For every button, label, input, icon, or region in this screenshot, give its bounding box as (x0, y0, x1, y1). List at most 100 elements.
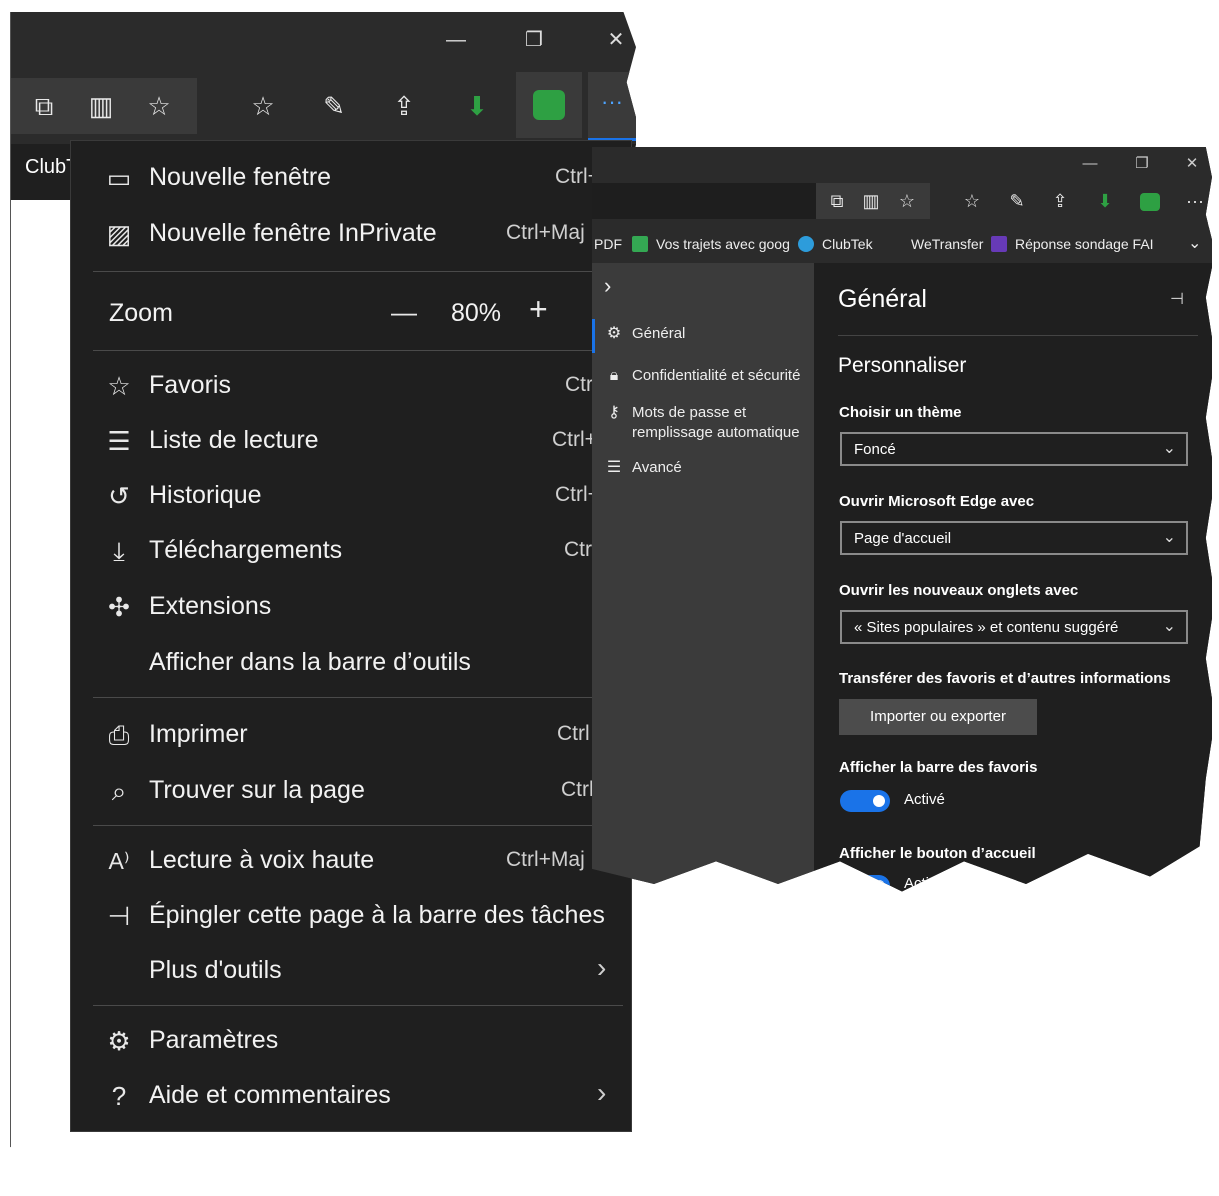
menu-item-extensions[interactable]: ✣ Extensions (71, 582, 631, 632)
translate-icon[interactable]: ⧉ (824, 183, 850, 219)
restore-button[interactable]: ❐ (514, 12, 554, 68)
favorite-wetransfer[interactable]: WeTransfer (911, 236, 983, 252)
settings-more-box[interactable]: ··· (588, 72, 636, 141)
menu-item-label: Favoris (149, 371, 231, 399)
extensions-icon: ✣ (108, 592, 130, 622)
download-arrow-icon[interactable]: ⬇ (457, 86, 497, 126)
menu-item-label: Lecture à voix haute (149, 846, 375, 874)
share-icon[interactable]: ⇪ (384, 86, 424, 126)
share-icon[interactable]: ⇪ (1047, 183, 1073, 219)
header-divider (838, 335, 1198, 336)
more-icon[interactable]: ··· (1182, 183, 1208, 219)
menu-item-label: Plus d'outils (149, 956, 282, 984)
theme-select[interactable]: Foncé ⌄ (840, 432, 1188, 466)
settings-more-menu: ▭ Nouvelle fenêtre Ctrl+ ▨ Nouvelle fenê… (70, 140, 632, 1132)
new-tabs-select[interactable]: « Sites populaires » et contenu suggéré … (840, 610, 1188, 644)
nav-item-privacy-security[interactable]: 🔒︎ Confidentialité et sécurité (604, 367, 801, 385)
window-icon: ▭ (106, 163, 132, 193)
chevron-down-icon[interactable]: ⌄ (1188, 233, 1201, 253)
favorite-pdf[interactable]: PDF (594, 236, 622, 252)
favorites-bar: PDF Vos trajets avec goog ClubTek WeTran… (592, 227, 1212, 263)
menu-item-find-on-page[interactable]: ⌕ Trouver sur la page Ctrl (71, 766, 631, 816)
chevron-right-icon: › (597, 1077, 607, 1108)
expand-nav-button[interactable]: › (604, 273, 611, 299)
favorites-bar-label: Afficher la barre des favoris (839, 759, 1038, 776)
menu-item-favorites[interactable]: ☆ Favoris Ctr (71, 361, 631, 411)
maps-icon (632, 236, 648, 252)
close-button[interactable]: ✕ (1172, 147, 1212, 181)
theme-value: Foncé (854, 441, 896, 458)
menu-item-pin-to-taskbar[interactable]: ⊣ Épingler cette page à la barre des tâc… (71, 891, 631, 941)
roboform-icon[interactable] (533, 90, 565, 120)
nav-item-advanced[interactable]: ☰ Avancé (604, 457, 682, 477)
menu-item-shortcut: Ctrl (557, 722, 590, 745)
home-button-toggle[interactable] (840, 875, 890, 892)
inprivate-window-icon: ▨ (106, 219, 132, 249)
sliders-icon: ☰ (606, 459, 622, 476)
chevron-down-icon: ⌄ (1162, 529, 1176, 546)
restore-button[interactable]: ❐ (1122, 147, 1162, 181)
menu-item-history[interactable]: ↺ Historique Ctrl+ (71, 471, 631, 521)
favorite-survey[interactable]: Réponse sondage FAI (991, 236, 1154, 252)
favorite-google-maps[interactable]: Vos trajets avec goog (632, 236, 790, 252)
menu-divider (93, 350, 623, 351)
translate-icon[interactable]: ⧉ (24, 86, 64, 126)
menu-item-label: Imprimer (149, 720, 248, 748)
front-titlebar: — ❐ ✕ (592, 147, 1212, 181)
roboform-icon[interactable] (1140, 193, 1160, 211)
favorite-star-icon[interactable]: ☆ (894, 183, 920, 219)
favorites-hub-icon[interactable]: ☆ (959, 183, 985, 219)
download-arrow-icon[interactable]: ⬇ (1092, 183, 1118, 219)
nav-item-passwords-autofill[interactable]: ⚷ Mots de passe et (604, 402, 746, 422)
open-with-select[interactable]: Page d'accueil ⌄ (840, 521, 1188, 555)
menu-item-shortcut: Ctrl+Maj (506, 221, 585, 244)
reading-view-icon[interactable]: ▥ (81, 86, 121, 126)
nav-active-indicator (592, 319, 595, 353)
close-button[interactable]: ✕ (596, 12, 636, 68)
zoom-in-button[interactable]: + (529, 291, 548, 328)
reading-view-icon[interactable]: ▥ (858, 183, 884, 219)
pin-icon[interactable]: ⊣ (1170, 289, 1184, 309)
lock-icon: 🔒︎ (609, 367, 619, 384)
menu-item-read-aloud[interactable]: A⁾ Lecture à voix haute Ctrl+Maj (71, 836, 631, 886)
minimize-button[interactable]: — (436, 12, 476, 68)
zoom-label: Zoom (109, 299, 173, 327)
settings-nav: › ⚙ Général 🔒︎ Confidentialité et sécurité… (592, 263, 814, 892)
search-icon: ⌕ (111, 776, 127, 806)
menu-item-more-tools[interactable]: Plus d'outils › (71, 946, 631, 996)
menu-item-label: Épingler cette page à la barre des tâche… (149, 901, 605, 929)
minimize-button[interactable]: — (1070, 147, 1110, 181)
menu-item-new-inprivate-window[interactable]: ▨ Nouvelle fenêtre InPrivate Ctrl+Maj (71, 209, 631, 259)
menu-item-help-feedback[interactable]: ? Aide et commentaires › (71, 1071, 631, 1121)
menu-item-label: Extensions (149, 592, 272, 620)
clubtek-icon (798, 236, 814, 252)
import-export-button[interactable]: Importer ou exporter (839, 699, 1037, 735)
menu-item-label: Nouvelle fenêtre InPrivate (149, 219, 437, 247)
menu-item-label: Liste de lecture (149, 426, 319, 454)
zoom-value: 80% (451, 299, 502, 327)
menu-item-new-window[interactable]: ▭ Nouvelle fenêtre Ctrl+ (71, 153, 631, 203)
favorite-star-icon[interactable]: ☆ (139, 86, 179, 126)
menu-item-shortcut: Ctrl (561, 778, 594, 801)
pen-icon[interactable]: ✎ (314, 86, 354, 126)
menu-item-settings[interactable]: ⚙ Paramètres (71, 1016, 631, 1066)
nav-item-passwords-autofill-line2[interactable]: remplissage automatique (632, 424, 800, 441)
open-with-label: Ouvrir Microsoft Edge avec (839, 493, 1035, 510)
nav-item-general[interactable]: ⚙ Général (604, 323, 686, 343)
menu-item-shortcut: Ctrl+Maj (506, 848, 585, 871)
favorite-clubtek[interactable]: ClubTek (798, 236, 873, 252)
menu-item-label: Nouvelle fenêtre (149, 163, 332, 191)
menu-item-show-in-toolbar[interactable]: Afficher dans la barre d’outils (71, 638, 631, 688)
favorites-hub-icon[interactable]: ☆ (243, 86, 283, 126)
menu-item-label: Aide et commentaires (149, 1081, 391, 1109)
menu-item-print[interactable]: ⎙ Imprimer Ctrl (71, 710, 631, 760)
favorites-bar-state: Activé (904, 791, 945, 808)
pen-icon[interactable]: ✎ (1004, 183, 1030, 219)
menu-item-shortcut: Ctr (565, 373, 593, 396)
zoom-out-button[interactable]: — (391, 297, 417, 328)
menu-item-downloads[interactable]: ⤓ Téléchargements Ctr (71, 526, 631, 576)
favorites-bar-toggle[interactable] (840, 790, 890, 812)
menu-item-reading-list[interactable]: ☰ Liste de lecture Ctrl+ (71, 416, 631, 466)
key-icon: ⚷ (608, 404, 620, 421)
front-toolbar: ⧉ ▥ ☆ ☆ ✎ ⇪ ⬇ ··· (592, 181, 1212, 223)
